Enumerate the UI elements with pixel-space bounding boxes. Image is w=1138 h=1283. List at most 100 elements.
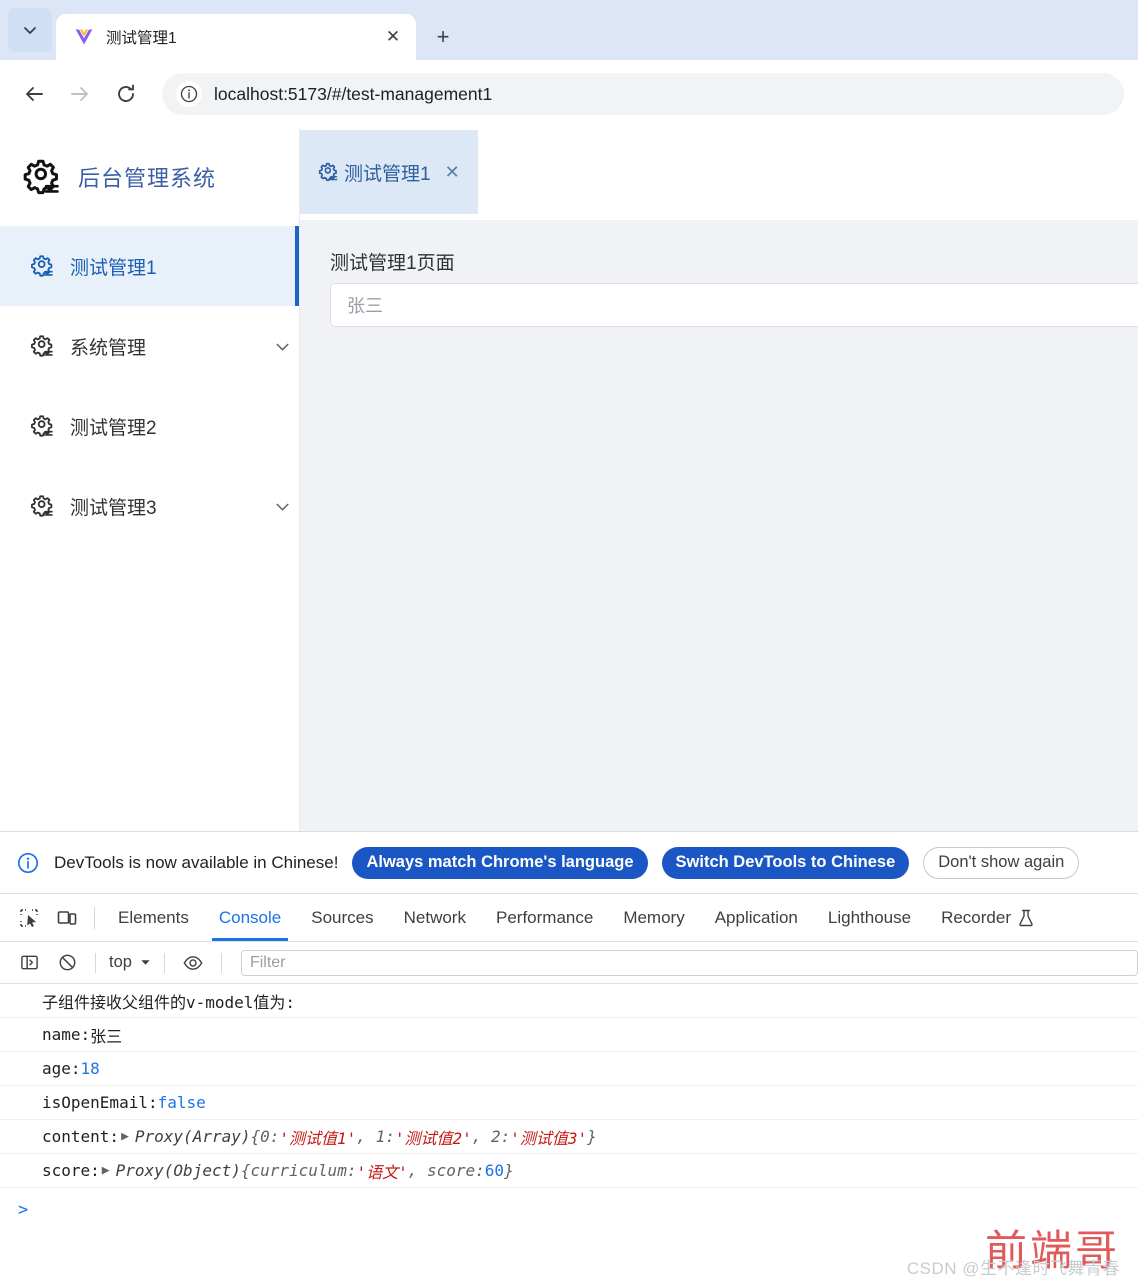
sidebar-item-test-management-1[interactable]: 测试管理1 bbox=[0, 226, 299, 306]
chevron-down-icon bbox=[141, 960, 150, 965]
address-bar[interactable]: localhost:5173/#/test-management1 bbox=[162, 73, 1124, 115]
sidebar-item-label: 系统管理 bbox=[70, 337, 147, 359]
console-toolbar: top Filter bbox=[0, 942, 1138, 984]
console-row[interactable]: 子组件接收父组件的v-model值为: bbox=[0, 984, 1138, 1018]
console-number: 60 bbox=[484, 1161, 505, 1180]
console-key: age: bbox=[42, 1059, 81, 1078]
tab-lighthouse[interactable]: Lighthouse bbox=[813, 895, 926, 941]
close-icon[interactable]: ✕ bbox=[382, 26, 404, 48]
close-icon[interactable]: ✕ bbox=[445, 162, 460, 183]
gear-icon bbox=[30, 493, 56, 519]
console-text: 子组件接收父组件的v-model值为: bbox=[42, 992, 296, 1012]
back-button[interactable] bbox=[14, 74, 54, 114]
tab-recorder[interactable]: Recorder bbox=[926, 895, 1049, 941]
console-row[interactable]: age: 18 bbox=[0, 1052, 1138, 1086]
console-row[interactable]: isOpenEmail: false bbox=[0, 1086, 1138, 1120]
arrow-right-icon bbox=[71, 87, 88, 101]
devtools-language-notice: DevTools is now available in Chinese! Al… bbox=[0, 832, 1138, 894]
dont-show-again-button[interactable]: Don't show again bbox=[923, 846, 1080, 879]
disclosure-triangle-icon[interactable]: ▶ bbox=[102, 1163, 110, 1178]
disclosure-triangle-icon[interactable]: ▶ bbox=[121, 1129, 129, 1144]
app-brand: 后台管理系统 bbox=[0, 128, 299, 226]
device-toolbar-icon[interactable] bbox=[48, 899, 86, 937]
info-circle-icon bbox=[16, 851, 40, 875]
page-content: 测试管理1页面 bbox=[300, 220, 1138, 832]
console-punctuation: , 1: bbox=[356, 1127, 395, 1146]
toolbar-divider bbox=[94, 906, 95, 929]
devtools-notice-text: DevTools is now available in Chinese! bbox=[54, 852, 339, 872]
console-prompt[interactable]: > bbox=[0, 1188, 1138, 1232]
tab-application[interactable]: Application bbox=[700, 895, 813, 941]
sidebar-item-system-management[interactable]: 系统管理 bbox=[0, 306, 299, 386]
toolbar-divider bbox=[95, 952, 96, 973]
console-punctuation: {0: bbox=[250, 1127, 280, 1146]
console-string: '语文' bbox=[356, 1162, 408, 1182]
address-bar-url: localhost:5173/#/test-management1 bbox=[214, 83, 493, 104]
info-circle-icon[interactable] bbox=[176, 81, 202, 107]
console-key: name: bbox=[42, 1025, 91, 1044]
execution-context-label: top bbox=[109, 953, 132, 971]
tab-performance[interactable]: Performance bbox=[481, 895, 608, 941]
new-tab-button[interactable]: + bbox=[426, 20, 460, 54]
chevron-down-icon[interactable] bbox=[265, 338, 299, 355]
console-object-type: Proxy(Array) bbox=[134, 1127, 251, 1146]
forward-button[interactable] bbox=[60, 74, 100, 114]
app-brand-title: 后台管理系统 bbox=[78, 166, 217, 191]
console-row[interactable]: name: 张三 bbox=[0, 1018, 1138, 1052]
arrow-left-icon bbox=[26, 87, 43, 101]
console-key: content: bbox=[42, 1127, 120, 1146]
console-punctuation: } bbox=[504, 1161, 514, 1180]
app-sidebar: 后台管理系统 测试管理1 系统管理 测试管理2 测试管理3 bbox=[0, 128, 300, 832]
page-tab-label: 测试管理1 bbox=[344, 163, 431, 185]
console-value: 18 bbox=[80, 1059, 100, 1078]
console-filter-placeholder: Filter bbox=[249, 953, 286, 971]
always-match-language-button[interactable]: Always match Chrome's language bbox=[352, 846, 648, 879]
inspect-cursor-icon[interactable] bbox=[10, 899, 48, 937]
tab-elements[interactable]: Elements bbox=[103, 895, 204, 941]
console-punctuation: , score: bbox=[407, 1161, 485, 1180]
execution-context-select[interactable]: top bbox=[105, 953, 155, 972]
browser-toolbar: localhost:5173/#/test-management1 bbox=[0, 60, 1138, 128]
clear-console-icon[interactable] bbox=[48, 944, 86, 982]
browser-tab-title: 测试管理1 bbox=[106, 30, 177, 47]
console-filter-input[interactable]: Filter bbox=[240, 949, 1138, 976]
console-value: 张三 bbox=[90, 1026, 123, 1046]
chevron-down-icon[interactable] bbox=[265, 498, 299, 515]
sidebar-item-test-management-3[interactable]: 测试管理3 bbox=[0, 466, 299, 546]
browser-tab-bar: 测试管理1 ✕ + bbox=[0, 0, 1138, 60]
toolbar-divider bbox=[163, 952, 165, 973]
tab-network[interactable]: Network bbox=[389, 895, 481, 941]
sidebar-item-label: 测试管理2 bbox=[70, 417, 157, 439]
console-sidebar-icon[interactable] bbox=[10, 944, 48, 982]
page-tabstrip: 测试管理1 ✕ bbox=[300, 128, 1138, 220]
devtools-tab-bar: Elements Console Sources Network Perform… bbox=[0, 894, 1138, 942]
reload-button[interactable] bbox=[106, 74, 146, 114]
name-input[interactable] bbox=[330, 283, 1138, 327]
console-punctuation: {curriculum: bbox=[240, 1161, 357, 1180]
page-tab-test-management-1[interactable]: 测试管理1 ✕ bbox=[300, 130, 478, 214]
console-string: '测试值1' bbox=[279, 1128, 357, 1148]
console-value: false bbox=[157, 1093, 206, 1112]
tab-sources[interactable]: Sources bbox=[296, 895, 388, 941]
page-viewport: 后台管理系统 测试管理1 系统管理 测试管理2 测试管理3 测试管理1 ✕ 测试… bbox=[0, 128, 1138, 832]
page-title: 测试管理1页面 bbox=[330, 253, 455, 274]
sidebar-item-test-management-2[interactable]: 测试管理2 bbox=[0, 386, 299, 466]
console-output: 子组件接收父组件的v-model值为: name: 张三 age: 18 isO… bbox=[0, 984, 1138, 1283]
tab-console[interactable]: Console bbox=[204, 895, 296, 941]
toolbar-divider bbox=[220, 952, 222, 973]
devtools-panel: DevTools is now available in Chinese! Al… bbox=[0, 832, 1138, 1283]
live-expression-eye-icon[interactable] bbox=[174, 944, 212, 982]
flask-icon bbox=[1018, 909, 1034, 927]
console-object-type: Proxy(Object) bbox=[115, 1161, 241, 1180]
console-row[interactable]: score: ▶ Proxy(Object) {curriculum: '语文'… bbox=[0, 1154, 1138, 1188]
switch-devtools-language-button[interactable]: Switch DevTools to Chinese bbox=[661, 846, 910, 879]
console-prompt-caret: > bbox=[18, 1200, 29, 1220]
console-string: '测试值3' bbox=[510, 1128, 588, 1148]
reload-icon bbox=[118, 84, 134, 102]
gear-icon bbox=[30, 253, 56, 279]
tab-search-button[interactable] bbox=[8, 8, 52, 52]
console-row[interactable]: content: ▶ Proxy(Array) {0: '测试值1' , 1: … bbox=[0, 1120, 1138, 1154]
browser-tab[interactable]: 测试管理1 ✕ bbox=[56, 14, 416, 60]
console-string: '测试值2' bbox=[394, 1128, 472, 1148]
tab-memory[interactable]: Memory bbox=[608, 895, 699, 941]
